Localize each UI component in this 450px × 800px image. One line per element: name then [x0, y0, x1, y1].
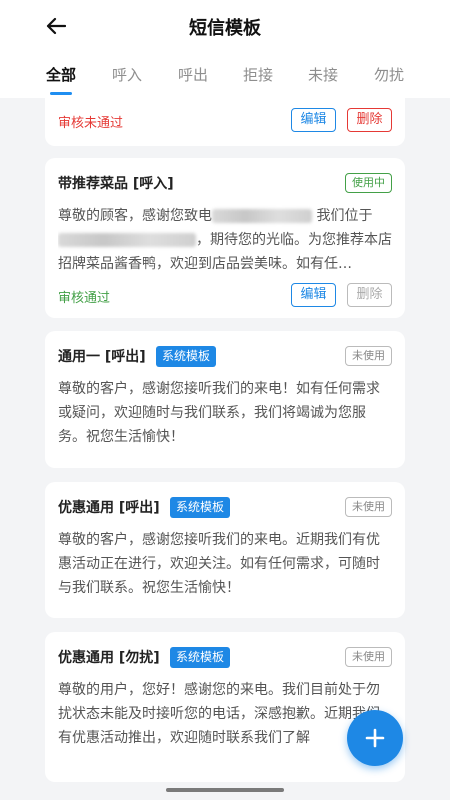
template-title: 通用一 [呼出] [58, 349, 146, 365]
template-content: 尊敬的客户，感谢您接听我们的来电。近期我们有优惠活动正在进行，欢迎关注。如有任何… [58, 532, 380, 596]
plus-icon [365, 728, 385, 748]
app-header: 短信模板 [0, 0, 450, 52]
template-title: 优惠通用 [勿扰] [58, 650, 160, 666]
system-template-tag: 系统模板 [170, 497, 231, 518]
edit-button[interactable]: 编辑 [291, 283, 336, 307]
delete-button[interactable]: 删除 [347, 283, 392, 307]
redacted-phone [212, 209, 312, 223]
status-badge: 未使用 [345, 346, 392, 366]
template-card[interactable]: 带推荐菜品 [呼入] 使用中 尊敬的顾客，感谢您致电 我们位于 ，期待您的光临。为… [45, 158, 405, 318]
page-title: 短信模板 [189, 18, 261, 39]
tab-incoming[interactable]: 呼入 [112, 64, 142, 85]
tab-all[interactable]: 全部 [46, 64, 76, 85]
tab-rejected[interactable]: 拒接 [243, 64, 273, 85]
delete-button[interactable]: 删除 [347, 108, 392, 132]
system-template-tag: 系统模板 [170, 647, 231, 668]
content-text: 我们位于 [316, 208, 373, 224]
status-badge: 未使用 [345, 497, 392, 517]
system-template-tag: 系统模板 [156, 346, 217, 367]
tab-outgoing[interactable]: 呼出 [178, 64, 208, 85]
review-status: 审核通过 [58, 291, 111, 306]
template-content: 尊敬的客户，感谢您接听我们的来电！如有任何需求或疑问，欢迎随时与我们联系，我们将… [58, 381, 380, 445]
review-status: 审核未通过 [58, 116, 124, 131]
filter-tabs: 全部 呼入 呼出 拒接 未接 勿扰 [0, 52, 450, 98]
tab-dnd[interactable]: 勿扰 [374, 64, 404, 85]
template-card[interactable]: 通用一 [呼出] 系统模板 未使用 尊敬的客户，感谢您接听我们的来电！如有任何需… [45, 331, 405, 468]
template-card[interactable]: 审核未通过 编辑 删除 [45, 98, 405, 146]
home-indicator [166, 788, 284, 792]
template-list[interactable]: 审核未通过 编辑 删除 带推荐菜品 [呼入] 使用中 尊敬的顾客，感谢您致电 我… [0, 98, 450, 800]
add-template-button[interactable] [347, 710, 403, 766]
redacted-address [58, 233, 196, 247]
template-title: 优惠通用 [呼出] [58, 500, 160, 516]
tab-missed[interactable]: 未接 [308, 64, 338, 85]
tab-active-indicator [50, 92, 72, 95]
content-text: 尊敬的顾客，感谢您致电 [58, 208, 212, 224]
status-badge: 未使用 [345, 647, 392, 667]
template-card[interactable]: 优惠通用 [勿扰] 系统模板 未使用 尊敬的用户，您好！感谢您的来电。我们目前处… [45, 632, 405, 782]
template-content: 尊敬的用户，您好！感谢您的来电。我们目前处于勿扰状态未能及时接听您的电话，深感抱… [58, 682, 380, 746]
template-content: 尊敬的顾客，感谢您致电 我们位于 ，期待您的光临。为您推荐本店招牌菜品酱香鸭，欢迎… [58, 204, 392, 276]
template-card[interactable]: 优惠通用 [呼出] 系统模板 未使用 尊敬的客户，感谢您接听我们的来电。近期我们… [45, 482, 405, 618]
template-title: 带推荐菜品 [呼入] [58, 176, 174, 192]
status-badge: 使用中 [345, 173, 392, 193]
edit-button[interactable]: 编辑 [291, 108, 336, 132]
